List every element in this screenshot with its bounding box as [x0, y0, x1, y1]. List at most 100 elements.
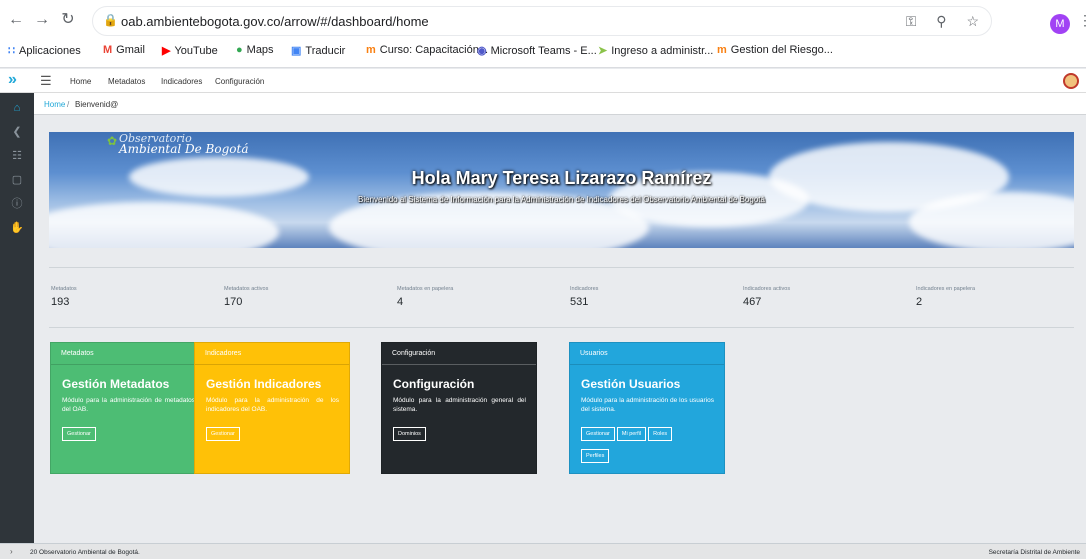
card-title: Gestión Usuarios: [581, 377, 681, 391]
leaf-icon: ✿: [107, 134, 118, 148]
oab-logo: ✿ Observatorio Ambiental De Bogotá: [107, 133, 249, 156]
footer-entity: Secretaría Distrital de Ambiente: [988, 549, 1080, 556]
stat-value: 170: [224, 296, 243, 308]
footer: › 20 Observatorio Ambiental de Bogotá. S…: [0, 543, 1086, 559]
star-icon[interactable]: ☆: [966, 13, 979, 29]
stat-indicadores-activos: Indicadores activos 467: [743, 286, 913, 308]
dominios-button[interactable]: Dominios: [393, 427, 426, 441]
stat-label: Indicadores activos: [743, 286, 791, 292]
stat-value: 467: [743, 296, 762, 308]
stat-indicadores: Indicadores 531: [570, 286, 740, 308]
chevron-right-icon[interactable]: ›: [10, 547, 13, 556]
share-icon[interactable]: ❮: [6, 123, 28, 141]
key-icon[interactable]: ⚿: [906, 13, 917, 29]
bookmark-curso[interactable]: m Curso: Capacitación...: [366, 44, 488, 56]
card-metadatos: Metadatos Gestión Metadatos Módulo para …: [50, 342, 206, 474]
kebab-menu-icon[interactable]: ⋮: [1078, 12, 1086, 29]
profile-avatar[interactable]: M: [1050, 14, 1070, 34]
url-text[interactable]: oab.ambientebogota.gov.co/arrow/#/dashbo…: [121, 14, 429, 29]
stat-label: Metadatos en papelera: [397, 286, 454, 292]
bookmark-youtube[interactable]: ▶ YouTube: [162, 44, 218, 57]
info-icon[interactable]: ⓘ: [6, 195, 28, 213]
breadcrumb-separator: /: [67, 100, 70, 109]
stat-value: 193: [51, 296, 70, 308]
breadcrumb-current: Bienvenid@: [75, 100, 119, 109]
card-header: Configuración: [382, 343, 536, 365]
maps-pin-icon: ●: [236, 44, 243, 56]
footer-copyright: 20 Observatorio Ambiental de Bogotá.: [30, 549, 140, 556]
welcome-title: Hola Mary Teresa Lizarazo Ramírez: [411, 168, 712, 188]
card-title: Gestión Metadatos: [62, 377, 170, 391]
hamburger-menu-icon[interactable]: ☰: [40, 73, 52, 89]
zoom-icon[interactable]: ⚲: [936, 13, 946, 29]
stat-value: 4: [397, 296, 404, 308]
sidebar-toggle-icon[interactable]: »: [8, 71, 17, 89]
bookmark-gmail[interactable]: M Gmail: [103, 44, 145, 56]
roles-button[interactable]: Roles: [648, 427, 673, 441]
perfiles-button[interactable]: Perfiles: [581, 449, 610, 463]
stat-label: Metadatos activos: [224, 286, 269, 292]
card-description: Módulo para la administración de metadat…: [62, 397, 195, 413]
nav-indicadores[interactable]: Indicadores: [161, 77, 202, 86]
bookmark-gestion-riesgo[interactable]: m Gestion del Riesgo...: [717, 44, 833, 56]
teams-icon: ◉: [477, 45, 487, 57]
apps-grid-icon: ∷: [8, 45, 15, 57]
home-icon[interactable]: ⌂: [6, 99, 28, 117]
reload-icon[interactable]: ↻: [58, 10, 78, 30]
nav-metadatos[interactable]: Metadatos: [108, 77, 145, 86]
mi-perfil-button[interactable]: Mi perfil: [616, 427, 647, 441]
browser-toolbar: ← → ↻ 🔒 oab.ambientebogota.gov.co/arrow/…: [0, 0, 1086, 68]
card-description: Módulo para la administración de los usu…: [581, 397, 714, 413]
navigation-row: ← → ↻ 🔒 oab.ambientebogota.gov.co/arrow/…: [0, 4, 1086, 36]
card-title: Configuración: [393, 377, 475, 391]
logo-line-2: Ambiental De Bogotá: [119, 142, 249, 156]
welcome-subtitle: Bienvenido al Sistema de Información par…: [358, 195, 765, 204]
address-bar[interactable]: 🔒 oab.ambientebogota.gov.co/arrow/#/dash…: [92, 6, 992, 36]
app-header: » ☰ Home Metadatos Indicadores Configura…: [0, 69, 1086, 93]
user-avatar[interactable]: [1063, 73, 1079, 89]
stat-metadatos-activos: Metadatos activos 170: [224, 286, 394, 308]
breadcrumb-home[interactable]: Home: [44, 100, 65, 109]
nav-home[interactable]: Home: [70, 77, 91, 86]
breadcrumb: Home / Bienvenid@: [34, 93, 1086, 115]
gestionar-usuarios-button[interactable]: Gestionar: [581, 427, 615, 441]
stat-metadatos: Metadatos 193: [51, 286, 221, 308]
gestionar-indicadores-button[interactable]: Gestionar: [206, 427, 240, 441]
folder-icon[interactable]: ▢: [6, 171, 28, 189]
bookmark-translate[interactable]: ▣ Traducir: [291, 44, 345, 57]
card-indicadores: Indicadores Gestión Indicadores Módulo p…: [194, 342, 350, 474]
card-header: Metadatos: [51, 343, 205, 365]
hand-icon[interactable]: ✋: [6, 219, 28, 237]
divider: [49, 267, 1074, 268]
bookmark-maps[interactable]: ● Maps: [236, 44, 274, 56]
youtube-icon: ▶: [162, 45, 171, 57]
card-configuracion: Configuración Configuración Módulo para …: [381, 342, 537, 474]
card-header: Usuarios: [570, 343, 724, 365]
moodle-icon: m: [366, 44, 376, 56]
card-header: Indicadores: [195, 343, 349, 365]
sliders-icon[interactable]: ☷: [6, 147, 28, 165]
gmail-icon: M: [103, 44, 113, 56]
sidebar: ⌂ ❮ ☷ ▢ ⓘ ✋: [0, 93, 34, 543]
bookmark-teams[interactable]: ◉ Microsoft Teams - E...: [477, 44, 597, 57]
welcome-banner: ✿ Observatorio Ambiental De Bogotá Hola …: [49, 132, 1074, 248]
stat-label: Metadatos: [51, 286, 77, 292]
back-arrow-icon[interactable]: ←: [6, 10, 26, 30]
moodle-icon: m: [717, 44, 727, 56]
lock-icon[interactable]: 🔒: [103, 13, 118, 27]
nav-configuracion[interactable]: Configuración: [215, 77, 264, 86]
bookmark-icon: ➤: [598, 45, 608, 57]
stat-value: 2: [916, 296, 923, 308]
card-usuarios: Usuarios Gestión Usuarios Módulo para la…: [569, 342, 725, 474]
omnibox-actions: ⚿ ⚲ ☆: [890, 13, 979, 30]
translate-icon: ▣: [291, 45, 302, 57]
stat-label: Indicadores en papelera: [916, 286, 976, 292]
divider: [49, 327, 1074, 328]
bookmarks-bar: ∷ Aplicaciones M Gmail ▶ YouTube ● Maps ▣ Tra…: [0, 40, 1086, 64]
forward-arrow-icon[interactable]: →: [32, 10, 52, 30]
bookmark-ingreso[interactable]: ➤ Ingreso a administr...: [598, 44, 713, 57]
bookmark-apps[interactable]: ∷ Aplicaciones: [8, 44, 81, 57]
card-title: Gestión Indicadores: [206, 377, 322, 391]
gestionar-metadatos-button[interactable]: Gestionar: [62, 427, 96, 441]
card-description: Módulo para la administración general de…: [393, 397, 526, 413]
